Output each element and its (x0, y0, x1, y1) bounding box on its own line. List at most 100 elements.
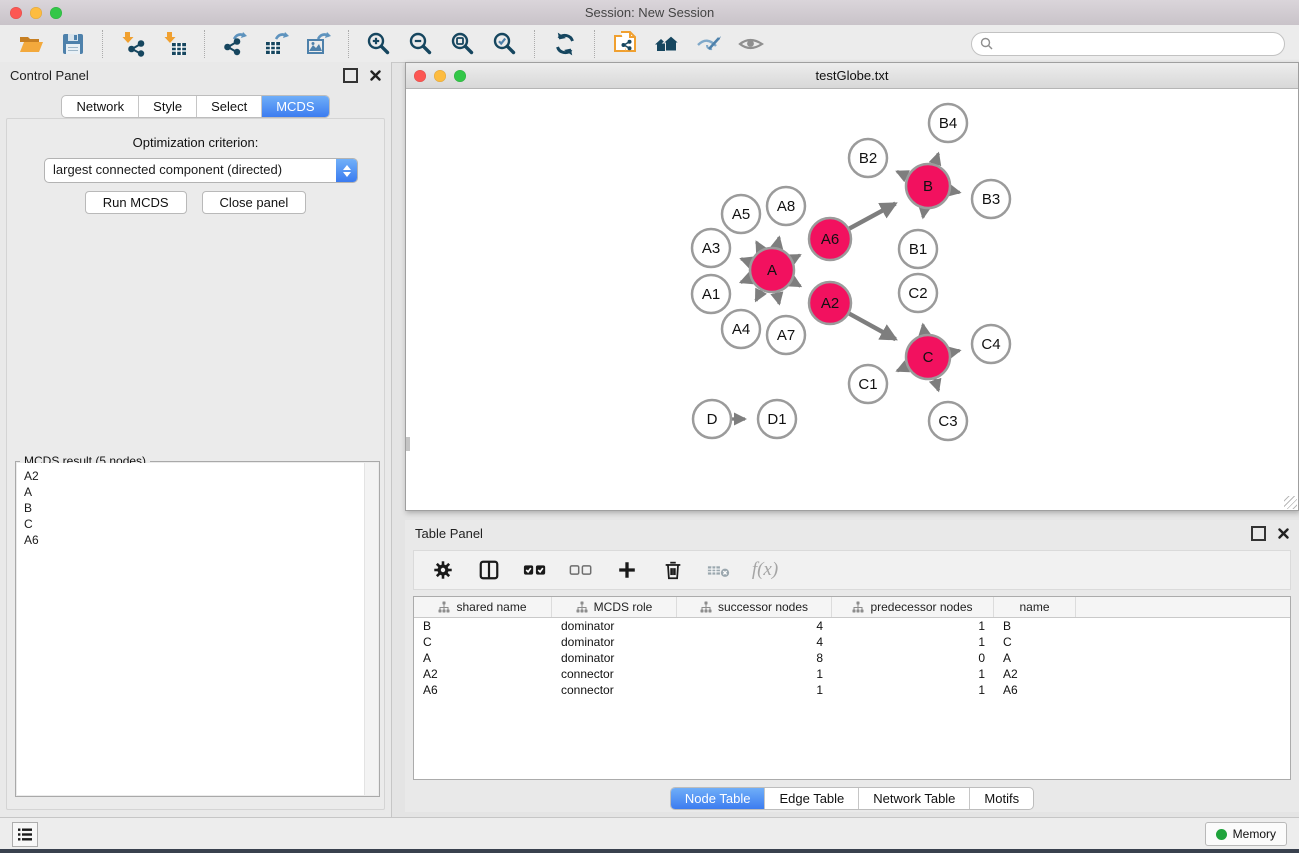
graph-node-A6[interactable]: A6 (809, 218, 851, 260)
close-table-panel-icon[interactable] (1278, 528, 1289, 539)
delete-table-icon[interactable] (706, 557, 732, 583)
graph-node-C4[interactable]: C4 (972, 325, 1010, 363)
result-item[interactable]: A6 (24, 532, 371, 548)
export-image-icon[interactable] (302, 29, 336, 59)
table-row[interactable]: Bdominator41B (414, 618, 1290, 634)
graph-edge-B-B3[interactable] (951, 191, 960, 193)
graph-node-C3[interactable]: C3 (929, 402, 967, 440)
graph-edge-A-A2[interactable] (792, 281, 800, 286)
mcds-result-list[interactable]: A2ABCA6 (17, 463, 378, 795)
show-all-icon[interactable] (734, 29, 768, 59)
graph-node-B4[interactable]: B4 (929, 104, 967, 142)
column-header-predecessor-nodes[interactable]: predecessor nodes (832, 597, 994, 617)
graph-node-A7[interactable]: A7 (767, 316, 805, 354)
graph-node-A8[interactable]: A8 (767, 187, 805, 225)
graph-node-C1[interactable]: C1 (849, 365, 887, 403)
graph-edge-B-B4[interactable] (935, 153, 938, 164)
graph-node-B[interactable]: B (906, 164, 950, 208)
graph-node-A2[interactable]: A2 (809, 282, 851, 324)
table-row[interactable]: Cdominator41C (414, 634, 1290, 650)
network-window-titlebar[interactable]: testGlobe.txt (406, 63, 1298, 89)
search-input[interactable] (998, 36, 1276, 52)
first-neighbors-icon[interactable] (650, 29, 684, 59)
zoom-fit-icon[interactable] (446, 29, 480, 59)
select-all-columns-icon[interactable] (522, 557, 548, 583)
tab-network[interactable]: Network (62, 96, 138, 117)
table-settings-gear-icon[interactable] (430, 557, 456, 583)
graph-edge-A-A7[interactable] (777, 292, 779, 303)
column-header-mcds-role[interactable]: MCDS role (552, 597, 677, 617)
zoom-selected-icon[interactable] (488, 29, 522, 59)
column-header-name[interactable]: name (994, 597, 1076, 617)
dropdown-stepper[interactable] (336, 159, 357, 182)
save-session-icon[interactable] (56, 29, 90, 59)
table-row[interactable]: A6connector11A6 (414, 682, 1290, 698)
hide-selected-icon[interactable] (692, 29, 726, 59)
new-network-from-selection-icon[interactable] (608, 29, 642, 59)
unselect-all-columns-icon[interactable] (568, 557, 594, 583)
export-network-icon[interactable] (218, 29, 252, 59)
graph-edge-B-B1[interactable] (923, 209, 924, 218)
column-header-shared-name[interactable]: shared name (414, 597, 552, 617)
graph-node-B2[interactable]: B2 (849, 139, 887, 177)
graph-node-D[interactable]: D (693, 400, 731, 438)
table-row[interactable]: A2connector11A2 (414, 666, 1290, 682)
result-scrollbar[interactable] (364, 463, 378, 795)
close-panel-button[interactable]: Close panel (202, 191, 307, 214)
graph-node-A1[interactable]: A1 (692, 275, 730, 313)
tab-motifs[interactable]: Motifs (969, 788, 1033, 809)
open-file-icon[interactable] (14, 29, 48, 59)
show-columns-icon[interactable] (476, 557, 502, 583)
import-network-icon[interactable] (116, 29, 150, 59)
tab-node-table[interactable]: Node Table (671, 788, 765, 809)
export-table-icon[interactable] (260, 29, 294, 59)
float-table-panel-icon[interactable] (1251, 526, 1266, 541)
result-item[interactable]: C (24, 516, 371, 532)
graph-edge-A-A4[interactable] (756, 290, 761, 300)
resize-grip-icon[interactable] (1284, 496, 1297, 509)
create-column-plus-icon[interactable] (614, 557, 640, 583)
graph-edge-A-A5[interactable] (756, 242, 760, 250)
run-mcds-button[interactable]: Run MCDS (85, 191, 187, 214)
task-history-button[interactable] (12, 822, 38, 847)
graph-node-B1[interactable]: B1 (899, 230, 937, 268)
v-scroll-nub[interactable] (406, 437, 410, 451)
graph-node-A3[interactable]: A3 (692, 229, 730, 267)
graph-node-A5[interactable]: A5 (722, 195, 760, 233)
search-field[interactable] (971, 32, 1285, 56)
tab-style[interactable]: Style (138, 96, 196, 117)
tab-mcds[interactable]: MCDS (261, 96, 328, 117)
refresh-layout-icon[interactable] (548, 29, 582, 59)
graph-edge-A-A1[interactable] (741, 278, 751, 282)
graph-node-A4[interactable]: A4 (722, 310, 760, 348)
result-item[interactable]: A2 (24, 468, 371, 484)
tab-edge-table[interactable]: Edge Table (764, 788, 858, 809)
table-row[interactable]: Adominator80A (414, 650, 1290, 666)
graph-edge-C-C3[interactable] (935, 379, 939, 391)
graph-edge-A-A6[interactable] (792, 255, 800, 259)
graph-node-D1[interactable]: D1 (758, 400, 796, 438)
graph-edge-A-A8[interactable] (777, 237, 779, 247)
float-panel-icon[interactable] (343, 68, 358, 83)
memory-button[interactable]: Memory (1205, 822, 1287, 846)
result-item[interactable]: A (24, 484, 371, 500)
graph-edge-A-A3[interactable] (741, 259, 750, 262)
graph-edge-C-C1[interactable] (897, 366, 907, 370)
tab-select[interactable]: Select (196, 96, 261, 117)
result-item[interactable]: B (24, 500, 371, 516)
graph-edge-C-C4[interactable] (951, 350, 960, 352)
network-graph[interactable]: AA1A2A3A4A5A6A7A8BB1B2B3B4CC1C2C3C4DD1 (406, 89, 1298, 510)
delete-column-trash-icon[interactable] (660, 557, 686, 583)
graph-edge-A2-C[interactable] (849, 314, 895, 340)
function-builder-icon[interactable]: f(x) (752, 557, 778, 583)
tab-network-table[interactable]: Network Table (858, 788, 969, 809)
zoom-in-icon[interactable] (362, 29, 396, 59)
graph-edge-A6-B[interactable] (849, 204, 895, 229)
graph-node-B3[interactable]: B3 (972, 180, 1010, 218)
network-canvas[interactable]: AA1A2A3A4A5A6A7A8BB1B2B3B4CC1C2C3C4DD1 (406, 89, 1298, 510)
close-panel-icon[interactable] (370, 70, 381, 81)
graph-node-A[interactable]: A (750, 248, 794, 292)
optimization-criterion-dropdown[interactable]: largest connected component (directed) (44, 158, 358, 183)
graph-edge-B-B2[interactable] (897, 172, 907, 177)
graph-edge-C-C2[interactable] (923, 325, 925, 335)
